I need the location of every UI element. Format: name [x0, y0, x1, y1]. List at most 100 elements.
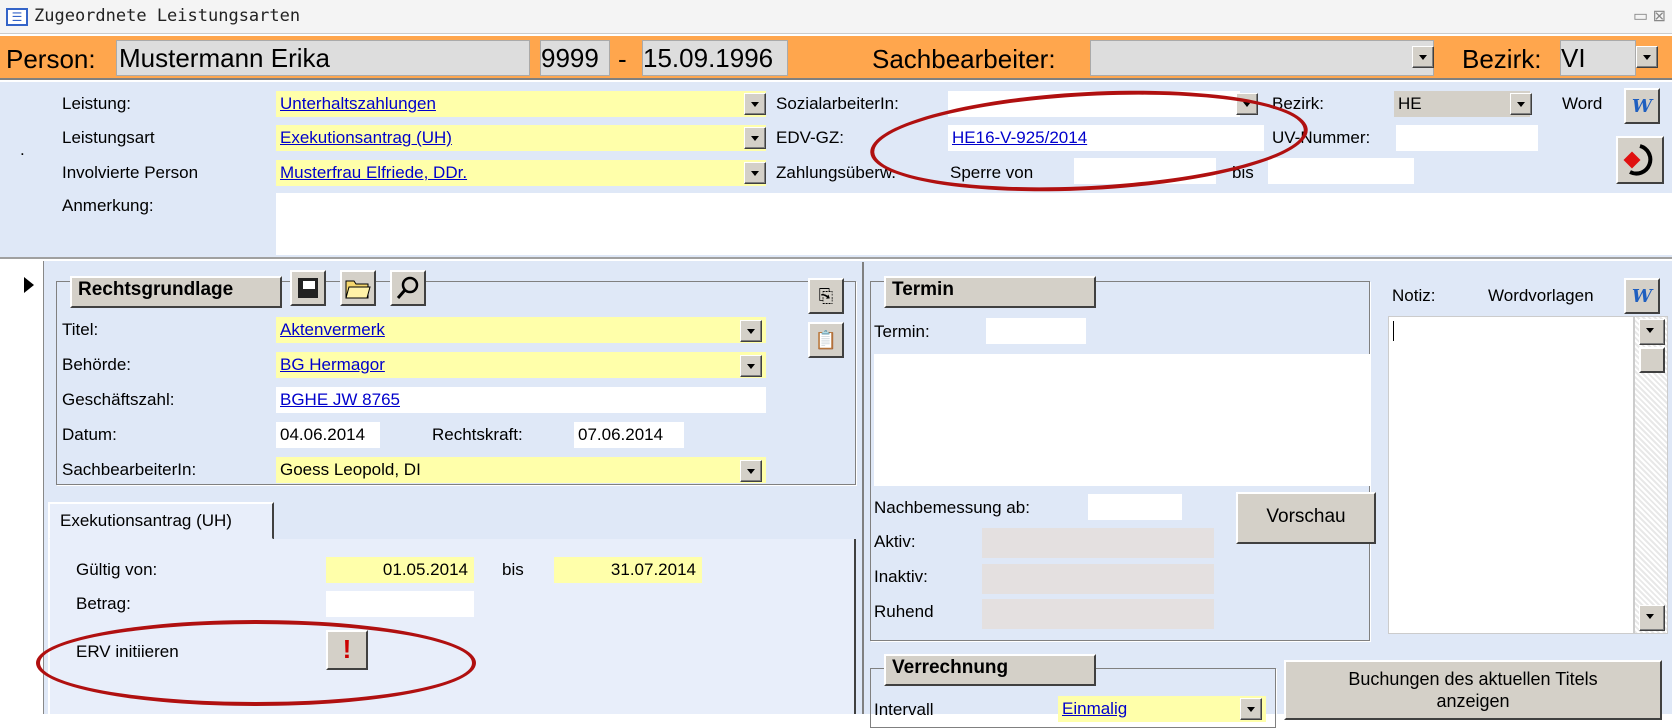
wordvorlagen-button[interactable]: W: [1624, 278, 1660, 314]
sachbearbeiter-select[interactable]: [1090, 40, 1434, 76]
record-selector[interactable]: [0, 261, 44, 714]
aktiv-label: Aktiv:: [874, 532, 916, 551]
betrag-field[interactable]: [326, 591, 474, 617]
copy-button[interactable]: ⎘: [808, 278, 844, 314]
gueltig-bis-field[interactable]: 31.07.2014: [554, 557, 702, 583]
notiz-textarea[interactable]: [1388, 316, 1634, 634]
current-record-icon: [24, 277, 34, 293]
anmerkung-field[interactable]: [276, 193, 1672, 255]
titel-value: Aktenvermerk: [280, 320, 385, 339]
exit-icon: [1623, 144, 1653, 176]
ruhend-label: Ruhend: [874, 602, 934, 621]
termin-field[interactable]: [986, 318, 1086, 344]
text-cursor: [1393, 321, 1394, 341]
leistungsart-label: Leistungsart: [62, 128, 155, 147]
betrag-label: Betrag:: [76, 594, 131, 613]
rechtsgrundlage-legend: Rechtsgrundlage: [70, 276, 282, 308]
birthdate: 15.09.1996: [643, 43, 774, 73]
involviert-select[interactable]: Musterfrau Elfriede, DDr.: [276, 160, 766, 186]
termin-list[interactable]: [874, 354, 1370, 486]
person-label: Person:: [6, 44, 96, 74]
datum-value: 04.06.2014: [280, 425, 366, 444]
bezirk-dropdown-button[interactable]: [1510, 93, 1532, 115]
termin-panel-divider: [862, 262, 864, 714]
leistungsart-select[interactable]: Exekutionsantrag (UH): [276, 125, 766, 151]
intervall-dropdown-button[interactable]: [1240, 698, 1262, 720]
word-icon: W: [1631, 95, 1653, 117]
involviert-dropdown-button[interactable]: [744, 162, 766, 184]
behoerde-select[interactable]: BG Hermagor: [276, 352, 766, 378]
tab-exekutionsantrag[interactable]: Exekutionsantrag (UH): [48, 502, 274, 540]
sb-dropdown-button[interactable]: [740, 460, 762, 482]
buchungen-button[interactable]: Buchungen des aktuellen Titels anzeigen: [1284, 660, 1662, 720]
scroll-thumb[interactable]: [1639, 347, 1665, 373]
gueltig-label: Gültig von:: [76, 560, 158, 579]
zahlung-label: Zahlungsüberw.: [776, 163, 897, 182]
aktiv-field: [982, 528, 1214, 558]
word-button[interactable]: W: [1624, 88, 1660, 124]
inaktiv-label: Inaktiv:: [874, 567, 928, 586]
exit-button[interactable]: [1616, 136, 1664, 184]
intervall-select[interactable]: Einmalig: [1058, 696, 1266, 722]
open-folder-button[interactable]: [340, 270, 376, 306]
paste-icon: 📋: [814, 329, 838, 350]
bis-field[interactable]: [1268, 158, 1414, 184]
behoerde-dropdown-button[interactable]: [740, 355, 762, 377]
leistungsart-value: Exekutionsantrag (UH): [280, 128, 452, 147]
tab-bis-label: bis: [502, 560, 524, 579]
sb-select[interactable]: Goess Leopold, DI: [276, 457, 766, 483]
scroll-up-button[interactable]: [1639, 319, 1665, 345]
rk-field[interactable]: 07.06.2014: [574, 422, 684, 448]
behoerde-label: Behörde:: [62, 355, 131, 374]
datum-field[interactable]: 04.06.2014: [276, 422, 380, 448]
rk-label: Rechtskraft:: [432, 425, 523, 444]
leistung-dropdown-button[interactable]: [744, 93, 766, 115]
save-button[interactable]: [290, 270, 326, 306]
sachbearbeiter-label: Sachbearbeiter:: [872, 44, 1056, 74]
sozial-label: SozialarbeiterIn:: [776, 94, 899, 113]
behoerde-value: BG Hermagor: [280, 355, 385, 374]
tab-strip: [274, 502, 856, 540]
person-id: 9999: [541, 43, 599, 73]
vorschau-button[interactable]: Vorschau: [1236, 492, 1376, 544]
gueltig-bis-value: 31.07.2014: [610, 560, 696, 579]
leistung-label: Leistung:: [62, 94, 131, 113]
leistung-value: Unterhaltszahlungen: [280, 94, 436, 113]
id-separator: -: [618, 44, 627, 74]
word-label: Word: [1562, 94, 1603, 113]
intervall-value: Einmalig: [1062, 699, 1128, 718]
titel-dropdown-button[interactable]: [740, 320, 762, 342]
uv-field[interactable]: [1396, 125, 1538, 151]
buchungen-label: Buchungen des aktuellen Titels anzeigen: [1348, 669, 1598, 711]
birthdate-field: 15.09.1996: [642, 40, 788, 76]
notiz-scrollbar[interactable]: [1634, 316, 1668, 634]
header-bezirk-dropdown-button[interactable]: [1636, 46, 1658, 68]
leistung-select[interactable]: Unterhaltszahlungen: [276, 91, 766, 117]
folder-icon: [345, 280, 371, 299]
form-icon: ☰: [6, 8, 28, 26]
gz-field[interactable]: BGHE JW 8765: [276, 387, 766, 413]
scroll-down-button[interactable]: [1639, 605, 1665, 631]
search-icon: [396, 276, 419, 299]
titel-select[interactable]: Aktenvermerk: [276, 317, 766, 343]
nach-field[interactable]: [1088, 494, 1182, 520]
sachbearbeiter-dropdown-button[interactable]: [1412, 46, 1434, 68]
header-bezirk-label: Bezirk:: [1462, 44, 1542, 74]
edv-label: EDV-GZ:: [776, 128, 845, 147]
search-button[interactable]: [390, 270, 426, 306]
window-controls[interactable]: ▭ ⊠: [1633, 6, 1666, 26]
verrechnung-legend: Verrechnung: [884, 654, 1096, 686]
sb-label: SachbearbeiterIn:: [62, 460, 197, 479]
gueltig-von-field[interactable]: 01.05.2014: [326, 557, 474, 583]
titel-label: Titel:: [62, 320, 99, 339]
header-bezirk-select[interactable]: VI: [1560, 40, 1636, 76]
inaktiv-field: [982, 564, 1214, 594]
annotation-ellipse-erv: [36, 620, 476, 706]
bezirk-value: HE: [1398, 94, 1422, 113]
paste-button[interactable]: 📋: [808, 322, 844, 358]
leistungsart-dropdown-button[interactable]: [744, 127, 766, 149]
sb-value: Goess Leopold, DI: [280, 460, 421, 479]
dot-marker: .: [20, 140, 25, 159]
gueltig-von-value: 01.05.2014: [382, 560, 468, 579]
gz-value: BGHE JW 8765: [280, 390, 400, 409]
